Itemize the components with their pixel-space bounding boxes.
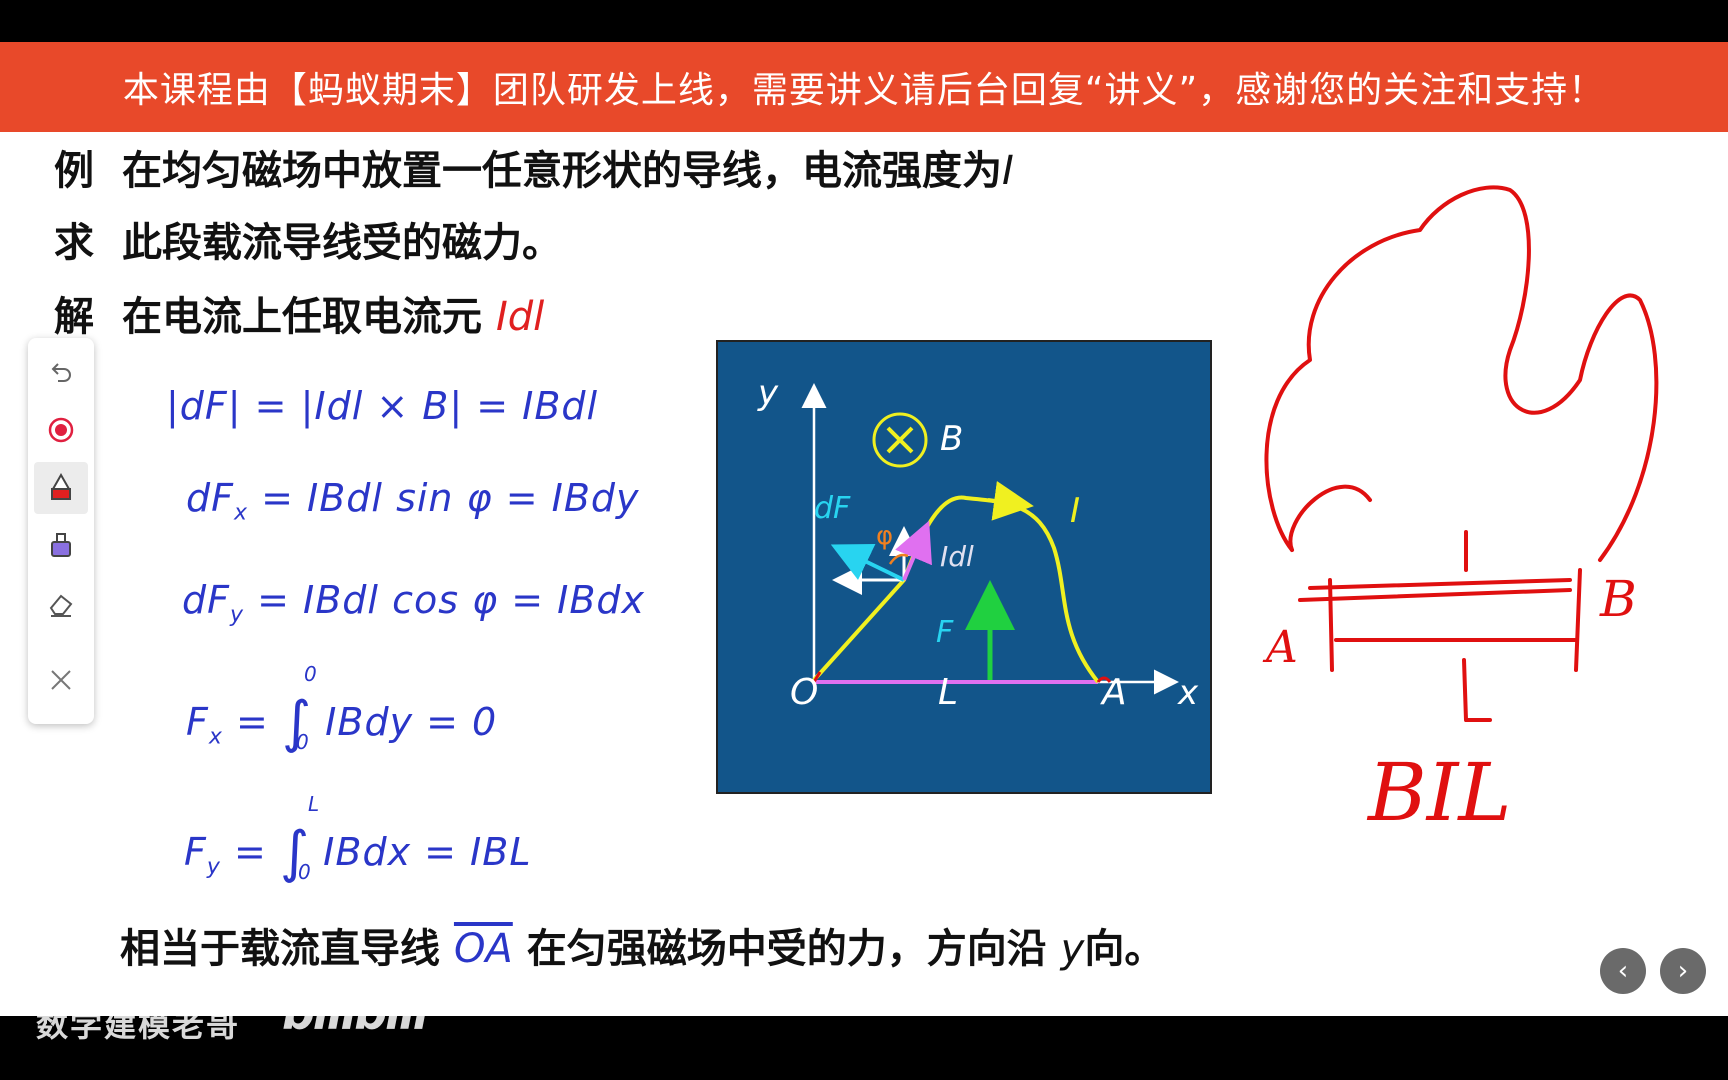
previous-slide-button[interactable]: ‹	[1600, 948, 1646, 994]
example-line: 例在均匀磁场中放置一任意形状的导线，电流强度为I	[54, 138, 1014, 196]
banner-text: 本课程由【蚂蚁期末】团队研发上线，需要讲义请后台回复“讲义”，感谢您的关注和支持…	[122, 70, 1606, 111]
idl-label: Idl	[940, 540, 974, 573]
red-pen-icon	[51, 473, 71, 500]
red-pen-button[interactable]	[34, 462, 88, 514]
current-label: I	[1070, 491, 1080, 531]
current-symbol: I	[1002, 148, 1014, 194]
solve-label: 解	[54, 294, 94, 340]
video-frame: 本课程由【蚂蚁期末】团队研发上线，需要讲义请后台回复“讲义”，感谢您的关注和支持…	[0, 0, 1728, 1080]
equation-fx: Fx = ∫ IBdy = 0	[186, 690, 498, 755]
chevron-right-icon: ›	[1677, 956, 1689, 986]
annotation-formula: BIL	[1366, 746, 1512, 839]
ask-line: 求此段载流导线受的磁力。	[54, 210, 562, 268]
purple-highlighter-icon	[51, 533, 71, 557]
laser-pointer-button[interactable]	[34, 404, 88, 456]
fx-upper-limit: 0	[304, 662, 317, 686]
close-toolbar-button[interactable]	[34, 654, 88, 706]
purple-highlighter-button[interactable]	[34, 520, 88, 572]
drawing-toolbar	[28, 338, 94, 724]
handwritten-annotation: A B L BIL	[1262, 185, 1659, 839]
idl-vector-arrow	[895, 520, 932, 581]
eraser-icon	[49, 594, 73, 617]
point-a-label: A	[1100, 672, 1127, 713]
pen-straight-wire	[1298, 578, 1572, 602]
ask-label: 求	[54, 220, 94, 266]
x-axis-label: x	[1177, 673, 1199, 713]
example-text: 在均匀磁场中放置一任意形状的导线，电流强度为	[122, 148, 1002, 194]
eraser-button[interactable]	[34, 578, 88, 630]
y-axis-label: y	[757, 373, 779, 413]
fx-lower-limit: 0	[296, 730, 309, 754]
bilibili-logo: bilibili	[282, 986, 428, 1040]
undo-icon	[51, 363, 71, 382]
channel-watermark: 数学建模老哥	[36, 1006, 241, 1044]
current-direction-arrow	[987, 481, 1034, 521]
field-label: B	[940, 419, 963, 459]
force-label: F	[936, 615, 954, 650]
laser-pointer-icon	[48, 417, 74, 443]
equation-dfx: dFx = IBdl sin φ = IBdy	[186, 476, 640, 526]
segment-oa: OA	[453, 926, 513, 972]
current-element-symbol: Idl	[495, 294, 545, 340]
solve-line: 解在电流上任取电流元 Idl	[54, 284, 544, 342]
origin-label: O	[790, 672, 818, 713]
equation-magnitude: |dF| = |Idl × B| = IBdl	[166, 384, 599, 428]
df-vector-arrow	[830, 543, 905, 582]
undo-button[interactable]	[34, 346, 88, 398]
annotation-left-label: A	[1262, 622, 1298, 673]
equation-fy: Fy = ∫ IBdx = IBL	[184, 820, 532, 885]
fy-upper-limit: L	[308, 792, 320, 816]
equation-dfy: dFy = IBdl cos φ = IBdx	[182, 578, 646, 628]
pen-scribble	[1264, 185, 1659, 562]
wire-curve	[812, 495, 1100, 684]
angle-label: φ	[876, 521, 893, 551]
diagram-svg: y x O L A B dF φ Idl I F	[757, 373, 1199, 713]
next-slide-button[interactable]: ›	[1660, 948, 1706, 994]
example-label: 例	[54, 148, 94, 194]
conclusion-line: 相当于载流直导线 OA 在匀强磁场中受的力，方向沿 y向。	[120, 926, 1165, 972]
chevron-left-icon: ‹	[1617, 956, 1629, 986]
ask-text: 此段载流导线受的磁力。	[122, 220, 562, 266]
solve-text: 在电流上任取电流元	[122, 294, 482, 340]
course-banner: 本课程由【蚂蚁期末】团队研发上线，需要讲义请后台回复“讲义”，感谢您的关注和支持…	[0, 42, 1728, 132]
close-icon	[51, 670, 71, 690]
fy-lower-limit: 0	[298, 860, 311, 884]
length-label: L	[938, 672, 958, 713]
annotation-right-label: B	[1599, 570, 1637, 628]
df-label: dF	[814, 491, 851, 526]
physics-diagram: y x O L A B dF φ Idl I F	[716, 340, 1212, 794]
